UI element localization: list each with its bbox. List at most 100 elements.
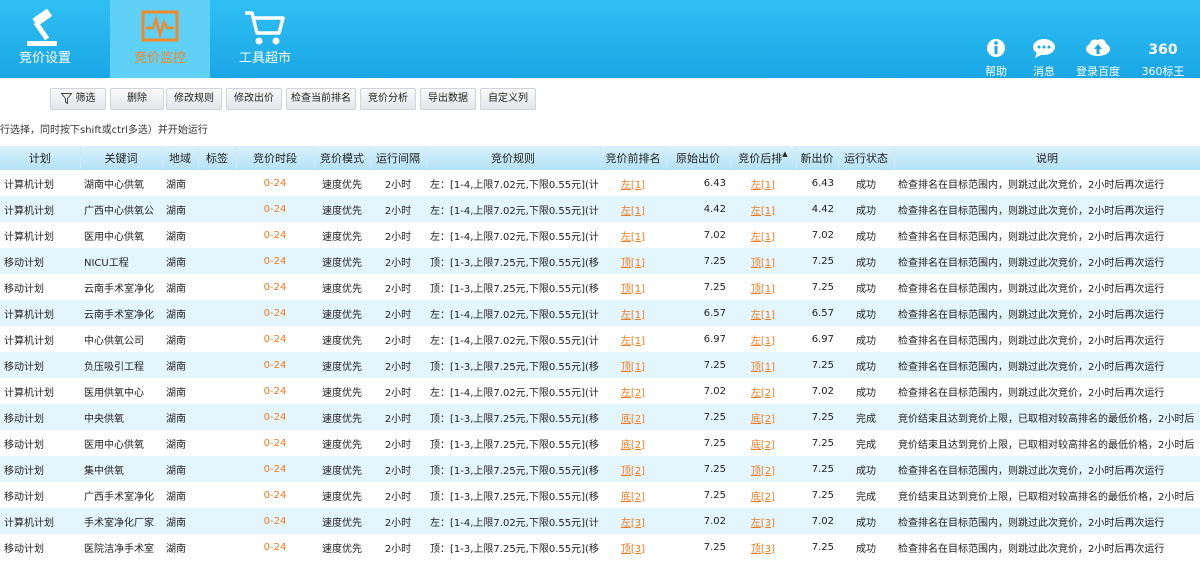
rank-link[interactable]: 左[1]	[751, 336, 775, 347]
rank-after-cell: 左[1]	[730, 170, 796, 196]
rank-link[interactable]: 顶[3]	[621, 544, 645, 555]
rank-link[interactable]: 底[2]	[621, 414, 645, 425]
info-icon	[987, 39, 1005, 57]
table-row[interactable]: 计算机计划 手术室净化厂家 湖南 0-24 速度优先 2小时 左：[1-4,上限7.02元,…	[0, 508, 1200, 534]
check-rank-button[interactable]: 检查当前排名	[286, 88, 356, 110]
column-header[interactable]: 竞价时段	[236, 146, 315, 170]
table-row[interactable]: 移动计划 负压吸引工程 湖南 0-24 速度优先 2小时 顶：[1-3,上限7.25元,下限…	[0, 352, 1200, 378]
rank-link[interactable]: 左[2]	[751, 388, 775, 399]
biaowang-360-label: 360标王	[1141, 65, 1185, 78]
rank-link[interactable]: 左[3]	[751, 518, 775, 529]
column-header[interactable]: 竞价前排名	[600, 146, 667, 170]
tab-bid-settings[interactable]: 竞价设置	[0, 0, 90, 78]
rank-link[interactable]: 左[1]	[621, 336, 645, 347]
keyword-cell: 云南手术室净化	[80, 300, 162, 326]
column-header[interactable]: 说明	[894, 146, 1200, 170]
edit-rule-button[interactable]: 修改规则	[166, 88, 222, 110]
table-row[interactable]: 移动计划 广西手术室净化 湖南 0-24 速度优先 2小时 顶：[1-3,上限7.25元,下…	[0, 482, 1200, 508]
rank-link[interactable]: 左[2]	[621, 388, 645, 399]
table-header-row: 计划 关键词 地域 标签 竞价时段 竞价模式 运行间隔 竞价规则 竞价前排名 原…	[0, 146, 1200, 170]
original-bid-cell: 6.43	[666, 170, 730, 196]
rank-link[interactable]: 顶[1]	[751, 284, 775, 295]
region-cell: 湖南	[162, 430, 198, 456]
custom-columns-button[interactable]: 自定义列	[480, 88, 536, 110]
table-row[interactable]: 移动计划 云南手术室净化 湖南 0-24 速度优先 2小时 顶：[1-3,上限7.25元,下…	[0, 274, 1200, 300]
table-row[interactable]: 移动计划 NICU工程 湖南 0-24 速度优先 2小时 顶：[1-3,上限7.25元,下限…	[0, 248, 1200, 274]
table-row[interactable]: 移动计划 医用中心供氧 湖南 0-24 速度优先 2小时 顶：[1-3,上限7.25元,下限…	[0, 430, 1200, 456]
run-status-cell: 完成	[838, 404, 894, 430]
rank-link[interactable]: 底[2]	[621, 440, 645, 451]
rank-link[interactable]: 底[2]	[621, 492, 645, 503]
run-interval-cell: 2小时	[370, 170, 426, 196]
filter-button[interactable]: 筛选	[50, 88, 106, 110]
help-button[interactable]: 帮助	[978, 0, 1014, 78]
rank-link[interactable]: 顶[1]	[751, 258, 775, 269]
region-cell: 湖南	[162, 378, 198, 404]
tab-tool-market[interactable]: 工具超市	[222, 0, 308, 78]
login-baidu-button[interactable]: 登录百度	[1072, 0, 1124, 78]
messages-button[interactable]: 消息	[1026, 0, 1062, 78]
edit-bid-button[interactable]: 修改出价	[226, 88, 282, 110]
edit-rule-button-label: 修改规则	[174, 93, 214, 104]
column-header-sorted[interactable]: 竞价后排▲	[730, 146, 797, 170]
bid-analysis-button[interactable]: 竞价分析	[360, 88, 416, 110]
table-row[interactable]: 移动计划 中央供氧 湖南 0-24 速度优先 2小时 顶：[1-3,上限7.25元,下限0.…	[0, 404, 1200, 430]
rank-link[interactable]: 顶[1]	[621, 284, 645, 295]
table-row[interactable]: 计算机计划 中心供氧公司 湖南 0-24 速度优先 2小时 左：[1-4,上限7.02元,下…	[0, 326, 1200, 352]
tag-cell	[198, 534, 236, 560]
table-row[interactable]: 移动计划 医院洁净手术室 湖南 0-24 速度优先 2小时 顶：[1-3,上限7.25元,下…	[0, 534, 1200, 560]
rank-link[interactable]: 左[1]	[751, 232, 775, 243]
bid-analysis-button-label: 竞价分析	[368, 93, 408, 104]
bid-mode-cell: 速度优先	[314, 170, 370, 196]
new-bid-cell: 6.43	[796, 170, 838, 196]
table-row[interactable]: 计算机计划 医用供氧中心 湖南 0-24 速度优先 2小时 左：[1-4,上限7.02元,下…	[0, 378, 1200, 404]
export-data-button[interactable]: 导出数据	[420, 88, 476, 110]
rank-link[interactable]: 左[1]	[751, 180, 775, 191]
column-header[interactable]: 新出价	[796, 146, 839, 170]
column-header[interactable]: 地域	[162, 146, 199, 170]
rank-link[interactable]: 左[1]	[621, 180, 645, 191]
rank-link[interactable]: 顶[1]	[751, 362, 775, 373]
original-bid-cell: 7.25	[666, 352, 730, 378]
rank-link[interactable]: 左[1]	[751, 206, 775, 217]
rank-link[interactable]: 左[1]	[621, 232, 645, 243]
rank-link[interactable]: 左[3]	[621, 518, 645, 529]
rank-link[interactable]: 底[2]	[751, 414, 775, 425]
column-header[interactable]: 运行状态	[838, 146, 895, 170]
column-header[interactable]: 计划	[0, 146, 81, 170]
table-row[interactable]: 计算机计划 湖南中心供氧 湖南 0-24 速度优先 2小时 左：[1-4,上限7.02元,下…	[0, 170, 1200, 196]
column-header[interactable]: 竞价模式	[314, 146, 371, 170]
rank-link[interactable]: 顶[3]	[751, 544, 775, 555]
column-header[interactable]: 原始出价	[666, 146, 731, 170]
run-status-cell: 成功	[838, 248, 894, 274]
rank-link[interactable]: 顶[1]	[621, 362, 645, 373]
rank-link[interactable]: 顶[1]	[621, 258, 645, 269]
rank-link[interactable]: 顶[2]	[751, 466, 775, 477]
tag-cell	[198, 222, 236, 248]
new-bid-cell: 7.25	[796, 482, 838, 508]
tag-cell	[198, 404, 236, 430]
rank-before-cell: 顶[1]	[600, 248, 666, 274]
rank-link[interactable]: 左[1]	[621, 310, 645, 321]
rank-link[interactable]: 顶[2]	[621, 466, 645, 477]
biaowang-360-button[interactable]: 360 360标王	[1138, 0, 1188, 78]
column-header[interactable]: 标签	[198, 146, 237, 170]
rank-link[interactable]: 左[1]	[621, 206, 645, 217]
rank-link[interactable]: 底[2]	[751, 492, 775, 503]
column-header[interactable]: 运行间隔	[370, 146, 427, 170]
bid-rule-cell: 左：[1-4,上限7.02元,下限0.55元](计	[426, 378, 600, 404]
table-row[interactable]: 计算机计划 广西中心供氧公 湖南 0-24 速度优先 2小时 左：[1-4,上限7.02元,…	[0, 196, 1200, 222]
run-status-cell: 成功	[838, 534, 894, 560]
tab-bid-monitor[interactable]: 竞价监控	[110, 0, 210, 78]
table-row[interactable]: 移动计划 集中供氧 湖南 0-24 速度优先 2小时 顶：[1-3,上限7.25元,下限0.…	[0, 456, 1200, 482]
rank-link[interactable]: 左[1]	[751, 310, 775, 321]
rank-link[interactable]: 底[2]	[751, 440, 775, 451]
column-header[interactable]: 关键词	[80, 146, 163, 170]
bid-mode-cell: 速度优先	[314, 404, 370, 430]
delete-button[interactable]: 删除	[110, 88, 164, 110]
column-header[interactable]: 竞价规则	[426, 146, 601, 170]
run-status-cell: 成功	[838, 456, 894, 482]
table-row[interactable]: 计算机计划 医用中心供氧 湖南 0-24 速度优先 2小时 左：[1-4,上限7.02元,下…	[0, 222, 1200, 248]
bid-mode-cell: 速度优先	[314, 274, 370, 300]
table-row[interactable]: 计算机计划 云南手术室净化 湖南 0-24 速度优先 2小时 左：[1-4,上限7.02元,…	[0, 300, 1200, 326]
